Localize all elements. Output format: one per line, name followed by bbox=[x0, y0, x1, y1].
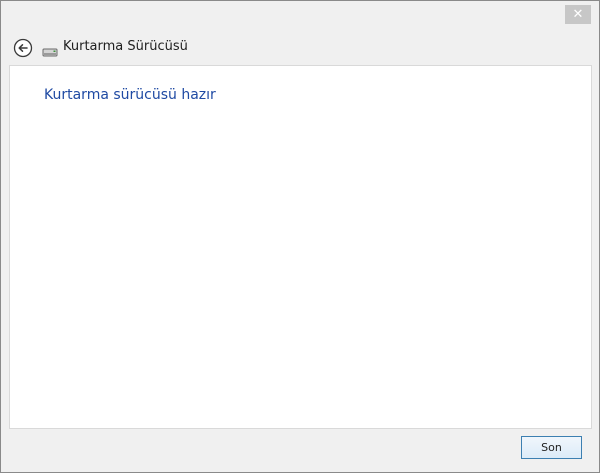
finish-button[interactable]: Son bbox=[521, 436, 582, 459]
close-button[interactable]: ✕ bbox=[565, 5, 591, 24]
back-arrow-icon bbox=[13, 38, 33, 58]
wizard-window: ✕ Kurtarma Sürücüsü Kurtarma sürücüsü ha… bbox=[0, 0, 600, 473]
drive-icon bbox=[42, 43, 58, 57]
back-button[interactable] bbox=[13, 38, 33, 58]
title-bar: ✕ bbox=[1, 1, 599, 29]
window-title: Kurtarma Sürücüsü bbox=[63, 39, 188, 54]
content-panel: Kurtarma sürücüsü hazır bbox=[9, 65, 592, 429]
page-heading: Kurtarma sürücüsü hazır bbox=[44, 87, 216, 103]
navigation-bar: Kurtarma Sürücüsü bbox=[1, 29, 599, 65]
close-icon: ✕ bbox=[572, 7, 584, 22]
footer-bar: Son bbox=[1, 429, 599, 472]
